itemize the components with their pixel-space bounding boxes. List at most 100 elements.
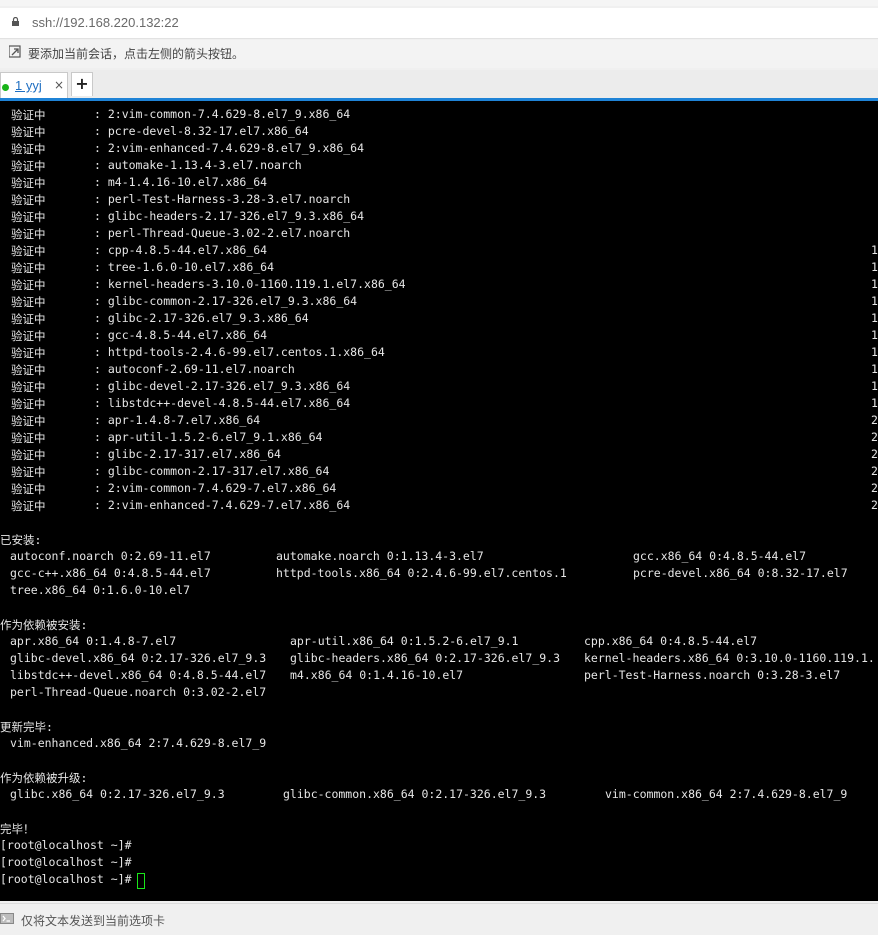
- verify-status: 验证中: [11, 193, 46, 207]
- dependency-package: m4.x86_64 0:1.4.16-10.el7: [290, 668, 464, 682]
- verify-package: : 2:vim-common-7.4.629-8.el7_9.x86_64: [94, 107, 351, 121]
- verify-package: : glibc-headers-2.17-326.el7_9.3.x86_64: [94, 209, 365, 223]
- section-header-dependency-updated: 作为依赖被升级:: [0, 771, 88, 785]
- verify-package: : 2:vim-enhanced-7.4.629-7.el7.x86_64: [94, 498, 351, 512]
- verify-count: 1: [871, 379, 878, 393]
- verify-package: : autoconf-2.69-11.el7.noarch: [94, 362, 295, 376]
- verify-package: : glibc-common-2.17-317.el7.x86_64: [94, 464, 330, 478]
- session-hint-text: 要添加当前会话，点击左侧的箭头按钮。: [28, 47, 245, 61]
- verify-package: : m4-1.4.16-10.el7.x86_64: [94, 175, 268, 189]
- verify-status: 验证中: [11, 346, 46, 360]
- tab-bar: 1 yyj × +: [0, 70, 878, 101]
- verify-status: 验证中: [11, 159, 46, 173]
- verify-package: : glibc-common-2.17-326.el7_9.3.x86_64: [94, 294, 358, 308]
- verify-package: : 2:vim-common-7.4.629-7.el7.x86_64: [94, 481, 337, 495]
- session-hint-bar: 要添加当前会话，点击左侧的箭头按钮。: [0, 40, 878, 68]
- section-header-installed: 已安装:: [0, 533, 42, 547]
- dependency-package: kernel-headers.x86_64 0:3.10.0-1160.119.…: [584, 651, 875, 665]
- dependency-package: cpp.x86_64 0:4.8.5-44.el7: [584, 634, 758, 648]
- verify-status: 验证中: [11, 176, 46, 190]
- verify-count: 1: [871, 294, 878, 308]
- section-header-dependency-installed: 作为依赖被安装:: [0, 618, 88, 632]
- done-message: 完毕！: [0, 822, 35, 836]
- verify-count: 1: [871, 362, 878, 376]
- toolbar: [0, 0, 878, 6]
- verify-count: 1: [871, 260, 878, 274]
- verify-count: 1: [871, 328, 878, 342]
- verify-status: 验证中: [11, 261, 46, 275]
- verify-status: 验证中: [11, 108, 46, 122]
- verify-count: 1: [871, 311, 878, 325]
- verify-package: : gcc-4.8.5-44.el7.x86_64: [94, 328, 268, 342]
- arrow-button-icon[interactable]: [9, 45, 22, 58]
- verify-status: 验证中: [11, 414, 46, 428]
- verify-status: 验证中: [11, 125, 46, 139]
- verify-status: 验证中: [11, 448, 46, 462]
- verify-package: : kernel-headers-3.10.0-1160.119.1.el7.x…: [94, 277, 406, 291]
- dependency-package: apr-util.x86_64 0:1.5.2-6.el7_9.1: [290, 634, 519, 648]
- verify-count: 2: [871, 481, 878, 495]
- dependency-package: glibc-headers.x86_64 0:2.17-326.el7_9.3: [290, 651, 561, 665]
- verify-count: 1: [871, 277, 878, 291]
- verify-status: 验证中: [11, 380, 46, 394]
- verify-package: : httpd-tools-2.4.6-99.el7.centos.1.x86_…: [94, 345, 385, 359]
- verify-status: 验证中: [11, 465, 46, 479]
- dependency-package: apr.x86_64 0:1.4.8-7.el7: [10, 634, 177, 648]
- verify-package: : tree-1.6.0-10.el7.x86_64: [94, 260, 275, 274]
- verify-package: : glibc-2.17-326.el7_9.3.x86_64: [94, 311, 309, 325]
- send-text-label: 仅将文本发送到当前选项卡: [21, 914, 166, 928]
- installed-package: pcre-devel.x86_64 0:8.32-17.el7: [633, 566, 848, 580]
- verify-status: 验证中: [11, 329, 46, 343]
- verify-status: 验证中: [11, 295, 46, 309]
- verify-status: 验证中: [11, 397, 46, 411]
- address-bar[interactable]: ssh://192.168.220.132:22: [0, 8, 878, 39]
- verify-package: : apr-util-1.5.2-6.el7_9.1.x86_64: [94, 430, 323, 444]
- verify-status: 验证中: [11, 431, 46, 445]
- verify-status: 验证中: [11, 244, 46, 258]
- verify-count: 2: [871, 447, 878, 461]
- session-tab[interactable]: 1 yyj ×: [0, 72, 68, 98]
- new-tab-button[interactable]: +: [71, 72, 93, 96]
- dependency-updated-package: glibc-common.x86_64 0:2.17-326.el7_9.3: [283, 787, 547, 801]
- dependency-updated-package: vim-common.x86_64 2:7.4.629-8.el7_9: [605, 787, 848, 801]
- tab-label[interactable]: 1 yyj: [15, 78, 42, 93]
- updated-package: vim-enhanced.x86_64 2:7.4.629-8.el7_9: [10, 736, 267, 750]
- dependency-package: glibc-devel.x86_64 0:2.17-326.el7_9.3: [10, 651, 267, 665]
- verify-package: : cpp-4.8.5-44.el7.x86_64: [94, 243, 268, 257]
- section-header-updated: 更新完毕:: [0, 720, 53, 734]
- verify-status: 验证中: [11, 499, 46, 513]
- verify-package: : glibc-2.17-317.el7.x86_64: [94, 447, 281, 461]
- dependency-package: libstdc++-devel.x86_64 0:4.8.5-44.el7: [10, 668, 267, 682]
- verify-package: : libstdc++-devel-4.8.5-44.el7.x86_64: [94, 396, 351, 410]
- terminal-cursor[interactable]: [137, 873, 145, 889]
- verify-package: : 2:vim-enhanced-7.4.629-8.el7_9.x86_64: [94, 141, 365, 155]
- verify-count: 2: [871, 430, 878, 444]
- installed-package: gcc-c++.x86_64 0:4.8.5-44.el7: [10, 566, 211, 580]
- verify-count: 2: [871, 464, 878, 478]
- verify-status: 验证中: [11, 482, 46, 496]
- installed-package: automake.noarch 0:1.13.4-3.el7: [276, 549, 484, 563]
- session-address[interactable]: ssh://192.168.220.132:22: [32, 15, 179, 30]
- dependency-updated-package: glibc.x86_64 0:2.17-326.el7_9.3: [10, 787, 225, 801]
- verify-package: : apr-1.4.8-7.el7.x86_64: [94, 413, 261, 427]
- verify-count: 2: [871, 498, 878, 512]
- connected-status-icon: [2, 84, 9, 91]
- verify-count: 2: [871, 413, 878, 427]
- installed-package: autoconf.noarch 0:2.69-11.el7: [10, 549, 211, 563]
- verify-package: : perl-Thread-Queue-3.02-2.el7.noarch: [94, 226, 351, 240]
- shell-prompt: [root@localhost ~]#: [0, 872, 132, 886]
- verify-status: 验证中: [11, 142, 46, 156]
- verify-count: 1: [871, 345, 878, 359]
- verify-status: 验证中: [11, 210, 46, 224]
- close-icon[interactable]: ×: [54, 78, 64, 92]
- dependency-package: perl-Thread-Queue.noarch 0:3.02-2.el7: [10, 685, 267, 699]
- verify-package: : automake-1.13.4-3.el7.noarch: [94, 158, 302, 172]
- dependency-package: perl-Test-Harness.noarch 0:3.28-3.el7: [584, 668, 841, 682]
- shell-prompt: [root@localhost ~]#: [0, 838, 132, 852]
- installed-package: httpd-tools.x86_64 0:2.4.6-99.el7.centos…: [276, 566, 567, 580]
- send-text-icon[interactable]: [0, 913, 14, 924]
- terminal[interactable]: 验证中 : 2:vim-common-7.4.629-8.el7_9.x86_64…: [0, 101, 878, 901]
- verify-package: : perl-Test-Harness-3.28-3.el7.noarch: [94, 192, 351, 206]
- verify-status: 验证中: [11, 312, 46, 326]
- verify-status: 验证中: [11, 227, 46, 241]
